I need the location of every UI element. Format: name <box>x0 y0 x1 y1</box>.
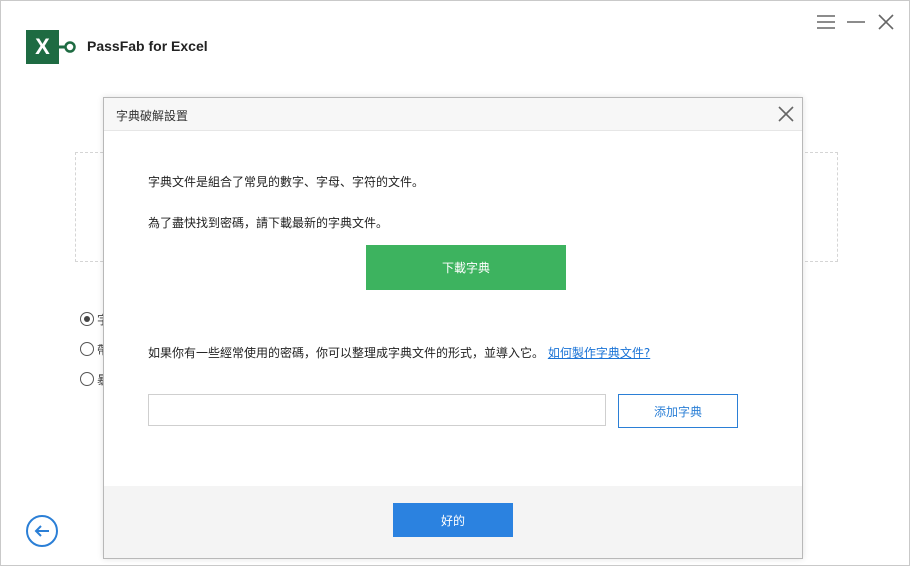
back-button[interactable] <box>26 515 58 547</box>
radio-button-selected[interactable] <box>80 312 94 326</box>
description-line-2: 為了盡快找到密碼，請下載最新的字典文件。 <box>148 216 389 230</box>
radio-button[interactable] <box>80 342 94 356</box>
dialog-footer: 好的 <box>104 486 802 558</box>
how-to-make-dictionary-link[interactable]: 如何製作字典文件? <box>548 346 650 360</box>
download-dictionary-button[interactable]: 下載字典 <box>366 245 566 290</box>
app-logo: X <box>26 30 59 64</box>
dialog-header: 字典破解設置 <box>104 98 802 131</box>
window-controls <box>815 11 897 33</box>
app-window: X PassFab for Excel 字典破解設置 字典文件是組合了常見的數字… <box>0 0 910 566</box>
dialog-close-icon[interactable] <box>776 104 796 124</box>
dictionary-settings-dialog: 字典破解設置 字典文件是組合了常見的數字、字母、字符的文件。 為了盡快找到密碼，… <box>103 97 803 559</box>
ok-button[interactable]: 好的 <box>393 503 513 537</box>
close-icon[interactable] <box>875 11 897 33</box>
key-icon <box>57 41 76 53</box>
dictionary-path-input[interactable] <box>148 394 606 426</box>
dialog-title: 字典破解設置 <box>116 109 189 123</box>
menu-icon[interactable] <box>815 11 837 33</box>
app-title: PassFab for Excel <box>87 38 208 54</box>
minimize-icon[interactable] <box>845 11 867 33</box>
add-dictionary-button[interactable]: 添加字典 <box>618 394 738 428</box>
description-line-1: 字典文件是組合了常見的數字、字母、字符的文件。 <box>148 175 425 189</box>
logo-letter: X <box>35 34 50 59</box>
import-text: 如果你有一些經常使用的密碼，你可以整理成字典文件的形式，並導入它。 <box>148 346 545 360</box>
arrow-left-icon <box>34 525 49 537</box>
radio-button[interactable] <box>80 372 94 386</box>
import-description: 如果你有一些經常使用的密碼，你可以整理成字典文件的形式，並導入它。 如何製作字典… <box>148 344 650 361</box>
